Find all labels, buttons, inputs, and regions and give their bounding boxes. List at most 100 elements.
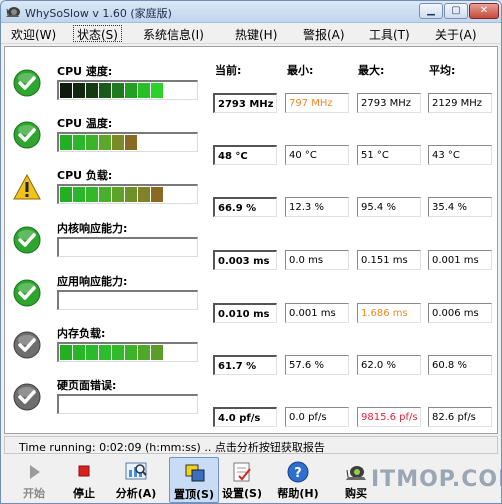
pin-top-button[interactable]: 置顶(S) xyxy=(169,457,219,503)
level-bar-segment xyxy=(86,187,98,202)
status-row-cpu-load: CPU 负载: 66.9 % 12.3 % 95.4 % 35.4 % xyxy=(5,167,497,217)
close-button[interactable]: ✕ xyxy=(469,3,499,19)
toolbar-button-label: 停止 xyxy=(73,487,95,500)
gray-check-icon xyxy=(13,331,41,359)
pin-top-icon xyxy=(183,462,207,484)
status-bar-text: Time running: 0:02:09 (h:mm:ss) .. 点击分析按… xyxy=(19,441,325,454)
green-check-icon xyxy=(13,69,41,97)
level-bar-segment xyxy=(125,345,137,360)
menu-welcome[interactable]: 欢迎(W) xyxy=(7,25,60,42)
row-label: 应用响应能力: xyxy=(57,275,128,288)
level-bar-segment xyxy=(99,135,111,150)
analyze-icon xyxy=(124,461,148,483)
value-avg: 2129 MHz xyxy=(428,93,492,113)
minimize-button[interactable]: ▁ xyxy=(419,3,443,19)
level-bar xyxy=(57,132,198,152)
level-bar xyxy=(57,394,198,414)
menu-hotkeys[interactable]: 热键(H) xyxy=(231,25,281,42)
value-avg: 43 °C xyxy=(428,145,492,165)
toolbar-button-label: 分析(A) xyxy=(115,487,157,500)
level-bar-segment xyxy=(60,83,72,98)
value-avg: 0.001 ms xyxy=(428,250,492,270)
row-label: CPU 负载: xyxy=(57,169,113,182)
value-min: 0.0 ms xyxy=(285,250,349,270)
snail-app-icon xyxy=(6,7,20,17)
value-min: 0.001 ms xyxy=(285,303,349,323)
value-current: 4.0 pf/s xyxy=(213,407,277,427)
value-avg: 35.4 % xyxy=(428,197,492,217)
level-bar xyxy=(57,342,198,362)
warning-icon xyxy=(13,173,41,201)
value-min: 57.6 % xyxy=(285,355,349,375)
menu-about[interactable]: 关于(A) xyxy=(431,25,481,42)
row-label: 内存负载: xyxy=(57,327,106,340)
status-row-app-response: 应用响应能力: 0.010 ms 0.001 ms 1.686 ms 0.006 ms xyxy=(5,273,497,323)
value-min: 40 °C xyxy=(285,145,349,165)
row-label: CPU 温度: xyxy=(57,117,113,130)
value-current: 61.7 % xyxy=(213,355,277,375)
help-icon: ? xyxy=(286,461,310,483)
level-bar-segment xyxy=(112,83,124,98)
status-panel: 当前: 最小: 最大: 平均: CPU 速度: 2793 MHz 797 MHz 27… xyxy=(4,46,498,434)
settings-icon xyxy=(230,461,254,483)
status-row-cpu-speed: CPU 速度: 2793 MHz 797 MHz 2793 MHz 2129 MHz xyxy=(5,63,497,113)
value-max: 62.0 % xyxy=(357,355,421,375)
snail-icon xyxy=(344,461,368,483)
level-bar-segment xyxy=(86,83,98,98)
level-bar-segment xyxy=(112,187,124,202)
value-max: 1.686 ms xyxy=(357,303,421,323)
menu-alerts[interactable]: 警报(A) xyxy=(299,25,349,42)
menu-system-info[interactable]: 系统信息(I) xyxy=(139,25,208,42)
row-label: CPU 速度: xyxy=(57,65,113,78)
close-icon: ✕ xyxy=(479,5,489,16)
settings-button[interactable]: 设置(S) xyxy=(217,457,267,503)
menu-tools[interactable]: 工具(T) xyxy=(365,25,414,42)
value-current: 2793 MHz xyxy=(213,93,277,113)
status-row-memory-load: 内存负载: 61.7 % 57.6 % 62.0 % 60.8 % xyxy=(5,325,497,375)
stop-icon xyxy=(72,461,96,483)
value-min: 12.3 % xyxy=(285,197,349,217)
svg-text:?: ? xyxy=(294,466,302,481)
level-bar xyxy=(57,80,198,100)
level-bar-segment xyxy=(112,345,124,360)
toolbar-button-label: 设置(S) xyxy=(222,487,262,500)
title-bar[interactable]: WhySoSlow v 1.60 (家庭版) ▁ ▢ ✕ xyxy=(1,1,501,23)
value-current: 0.003 ms xyxy=(213,250,277,270)
level-bar-segment xyxy=(125,135,137,150)
value-avg: 0.006 ms xyxy=(428,303,492,323)
level-bar-segment xyxy=(112,135,124,150)
level-bar-segment xyxy=(151,345,163,360)
status-row-hard-page-faults: 硬页面错误: 4.0 pf/s 0.0 pf/s 9815.6 pf/s 82.6 pf… xyxy=(5,377,497,427)
maximize-button[interactable]: ▢ xyxy=(444,3,468,19)
level-bar xyxy=(57,184,198,204)
value-max: 9815.6 pf/s xyxy=(357,407,421,427)
level-bar-segment xyxy=(60,135,72,150)
level-bar-segment xyxy=(99,345,111,360)
level-bar-segment xyxy=(73,345,85,360)
value-avg: 82.6 pf/s xyxy=(428,407,492,427)
watermark-logo: ITMOP.COM xyxy=(371,467,501,492)
stop-button[interactable]: 停止 xyxy=(59,457,109,503)
green-check-icon xyxy=(13,121,41,149)
green-check-icon xyxy=(13,279,41,307)
value-max: 51 °C xyxy=(357,145,421,165)
value-min: 797 MHz xyxy=(285,93,349,113)
status-row-cpu-temp: CPU 温度: 48 °C 40 °C 51 °C 43 °C xyxy=(5,115,497,165)
toolbar-button-label: 置顶(S) xyxy=(174,488,214,501)
status-bar: Time running: 0:02:09 (h:mm:ss) .. 点击分析按… xyxy=(4,436,498,454)
value-max: 95.4 % xyxy=(357,197,421,217)
level-bar-segment xyxy=(60,187,72,202)
value-max: 0.151 ms xyxy=(357,250,421,270)
level-bar-segment xyxy=(60,345,72,360)
app-window: WhySoSlow v 1.60 (家庭版) ▁ ▢ ✕ 欢迎(W) 状态(S)… xyxy=(0,0,502,504)
minimize-icon: ▁ xyxy=(427,5,435,16)
level-bar-segment xyxy=(99,83,111,98)
menu-status[interactable]: 状态(S) xyxy=(73,25,122,42)
start-button[interactable]: 开始 xyxy=(9,457,59,503)
level-bar-segment xyxy=(125,187,137,202)
value-current: 0.010 ms xyxy=(213,303,277,323)
analyze-button[interactable]: 分析(A) xyxy=(111,457,161,503)
help-button[interactable]: ? 帮助(H) xyxy=(273,457,323,503)
level-bar xyxy=(57,290,198,310)
level-bar-segment xyxy=(138,83,150,98)
